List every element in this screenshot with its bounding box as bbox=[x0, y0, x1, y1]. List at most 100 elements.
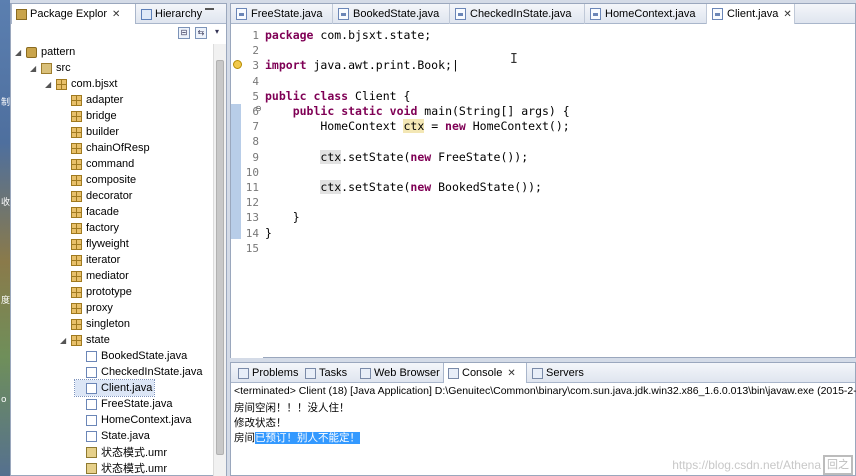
tree-item-label: Client.java bbox=[101, 382, 153, 394]
scrollbar-thumb[interactable] bbox=[216, 60, 224, 455]
minimize-icon[interactable] bbox=[205, 8, 214, 17]
code-line[interactable]: public static void main(String[] args) { bbox=[265, 104, 570, 119]
tree-item-java[interactable]: BookedState.java bbox=[75, 348, 187, 364]
tree-item-java[interactable]: HomeContext.java bbox=[75, 412, 192, 428]
editor-tab[interactable]: Client.java ✕ bbox=[707, 4, 795, 24]
close-icon[interactable]: ✕ bbox=[112, 9, 120, 20]
tree-item-package[interactable]: ◢ com.bjsxt bbox=[45, 76, 117, 92]
desktop-icon-label: 度 bbox=[1, 296, 10, 306]
tree-item-package[interactable]: prototype bbox=[60, 284, 132, 300]
expand-arrow-icon[interactable]: ◢ bbox=[60, 336, 69, 345]
tree-item-umr[interactable]: 状态模式.umr bbox=[75, 444, 167, 460]
close-icon[interactable]: ✕ bbox=[783, 9, 791, 20]
console-tab[interactable]: Tasks bbox=[301, 363, 355, 383]
console-tab[interactable]: Servers bbox=[528, 363, 588, 383]
code-line[interactable]: } bbox=[265, 210, 300, 225]
tree-item-package[interactable]: composite bbox=[60, 172, 136, 188]
console-tab-label: Problems bbox=[252, 367, 299, 379]
code-line[interactable]: import java.awt.print.Book;| bbox=[265, 58, 459, 73]
expand-arrow-icon[interactable]: ◢ bbox=[15, 48, 24, 57]
editor-tab[interactable]: CheckedInState.java bbox=[450, 4, 585, 24]
tree-item-package[interactable]: mediator bbox=[60, 268, 129, 284]
tab-package-explorer[interactable]: Package Explor ✕ bbox=[11, 4, 136, 24]
tree-item-package[interactable]: ◢ state bbox=[60, 332, 110, 348]
expand-arrow-icon[interactable]: ◢ bbox=[30, 64, 39, 73]
editor-tab[interactable]: HomeContext.java bbox=[585, 4, 707, 24]
selected-text: 已预订！别人不能定！ bbox=[255, 432, 360, 444]
console-icon bbox=[448, 367, 459, 379]
tree-item-package[interactable]: bridge bbox=[60, 108, 117, 124]
tree-item-src[interactable]: ◢ src bbox=[30, 60, 71, 76]
console-output-line: 房间已预订！别人不能定！ bbox=[234, 431, 360, 446]
console-view: Problems Tasks Web Browser Console ✕ Servers … bbox=[230, 362, 856, 476]
line-number: 6 bbox=[252, 105, 259, 118]
code-line[interactable]: } bbox=[265, 226, 272, 241]
console-tab-label: Console bbox=[462, 367, 503, 379]
tree-item-java[interactable]: FreeState.java bbox=[75, 396, 173, 412]
desktop-icon-label: 收 bbox=[1, 198, 10, 208]
package-icon bbox=[71, 334, 82, 346]
tree-item-package[interactable]: iterator bbox=[60, 252, 120, 268]
package-explorer-icon bbox=[16, 8, 27, 20]
code-line[interactable]: public class Client { bbox=[265, 89, 410, 104]
code-line[interactable]: HomeContext ctx = new HomeContext(); bbox=[265, 119, 570, 134]
code-text: } bbox=[265, 225, 272, 240]
tasks-icon bbox=[305, 367, 316, 379]
code-line[interactable]: package com.bjsxt.state; bbox=[265, 28, 431, 43]
console-tab-label: Web Browser bbox=[374, 367, 440, 379]
console-tab[interactable]: Web Browser bbox=[356, 363, 442, 383]
tree-item-package[interactable]: command bbox=[60, 156, 134, 172]
console-tab[interactable]: Console ✕ bbox=[443, 363, 527, 383]
text-cursor-icon: I bbox=[510, 52, 518, 67]
tree-item-label: adapter bbox=[86, 94, 124, 106]
line-number: 1 bbox=[252, 29, 259, 42]
editor-tab[interactable]: BookedState.java bbox=[333, 4, 450, 24]
code-text: FreeState()); bbox=[431, 149, 529, 164]
package-icon bbox=[56, 78, 67, 90]
view-menu-icon[interactable]: ▾ bbox=[211, 27, 223, 39]
tree-item-package[interactable]: chainOfResp bbox=[60, 140, 150, 156]
console-status: <terminated> Client (18) [Java Applicati… bbox=[234, 385, 856, 397]
tree-item-package[interactable]: proxy bbox=[60, 300, 113, 316]
tree-item-package[interactable]: adapter bbox=[60, 92, 123, 108]
line-number: 11 bbox=[245, 181, 259, 194]
expand-arrow-icon[interactable]: ◢ bbox=[45, 80, 54, 89]
tree-item-package[interactable]: facade bbox=[60, 204, 119, 220]
problems-icon bbox=[238, 367, 249, 379]
tree-item-java[interactable]: Client.java bbox=[73, 379, 156, 397]
keyword: package bbox=[265, 28, 314, 42]
line-number: 13 bbox=[245, 211, 259, 225]
collapse-all-icon[interactable]: ⊟ bbox=[178, 27, 190, 39]
tree-item-package[interactable]: builder bbox=[60, 124, 119, 140]
package-icon bbox=[71, 190, 82, 202]
tree-item-java[interactable]: State.java bbox=[75, 428, 150, 444]
console-tab[interactable]: Problems bbox=[234, 363, 300, 383]
code-line[interactable]: ctx.setState(new BookedState()); bbox=[265, 180, 542, 195]
line-number: 15 bbox=[245, 241, 259, 255]
editor-tab[interactable]: FreeState.java bbox=[231, 4, 333, 24]
tree-item-java[interactable]: CheckedInState.java bbox=[75, 364, 203, 380]
java-icon bbox=[86, 366, 97, 378]
code-line[interactable]: ctx.setState(new FreeState()); bbox=[265, 149, 529, 165]
tree-item-umr[interactable]: 状态模式.umr bbox=[75, 460, 167, 476]
umr-icon bbox=[86, 446, 97, 458]
link-with-editor-icon[interactable]: ⇆ bbox=[195, 27, 207, 39]
text-caret: | bbox=[451, 58, 459, 73]
tree-item-package[interactable]: singleton bbox=[60, 316, 130, 332]
package-icon bbox=[71, 206, 82, 218]
tree-item-package[interactable]: decorator bbox=[60, 188, 132, 204]
code-text: com.bjsxt.state; bbox=[313, 28, 432, 42]
package-explorer-scrollbar[interactable] bbox=[213, 44, 226, 476]
tab-package-explorer-label: Package Explor bbox=[30, 8, 108, 20]
tree-item-package[interactable]: factory bbox=[60, 220, 119, 236]
tree-item-package[interactable]: flyweight bbox=[60, 236, 129, 252]
java-icon bbox=[86, 414, 97, 426]
tree-item-project[interactable]: ◢ pattern bbox=[15, 44, 75, 60]
close-icon[interactable]: ✕ bbox=[507, 368, 515, 379]
keyword: void bbox=[389, 104, 418, 118]
tree-item-label: 状态模式.umr bbox=[101, 447, 167, 459]
editor-gutter: ⊖ 1 2 3 4 5 6 7 8 9 10 11 12 13 14 15 bbox=[231, 24, 263, 358]
tree-item-label: BookedState.java bbox=[101, 350, 188, 362]
package-icon bbox=[71, 238, 82, 250]
